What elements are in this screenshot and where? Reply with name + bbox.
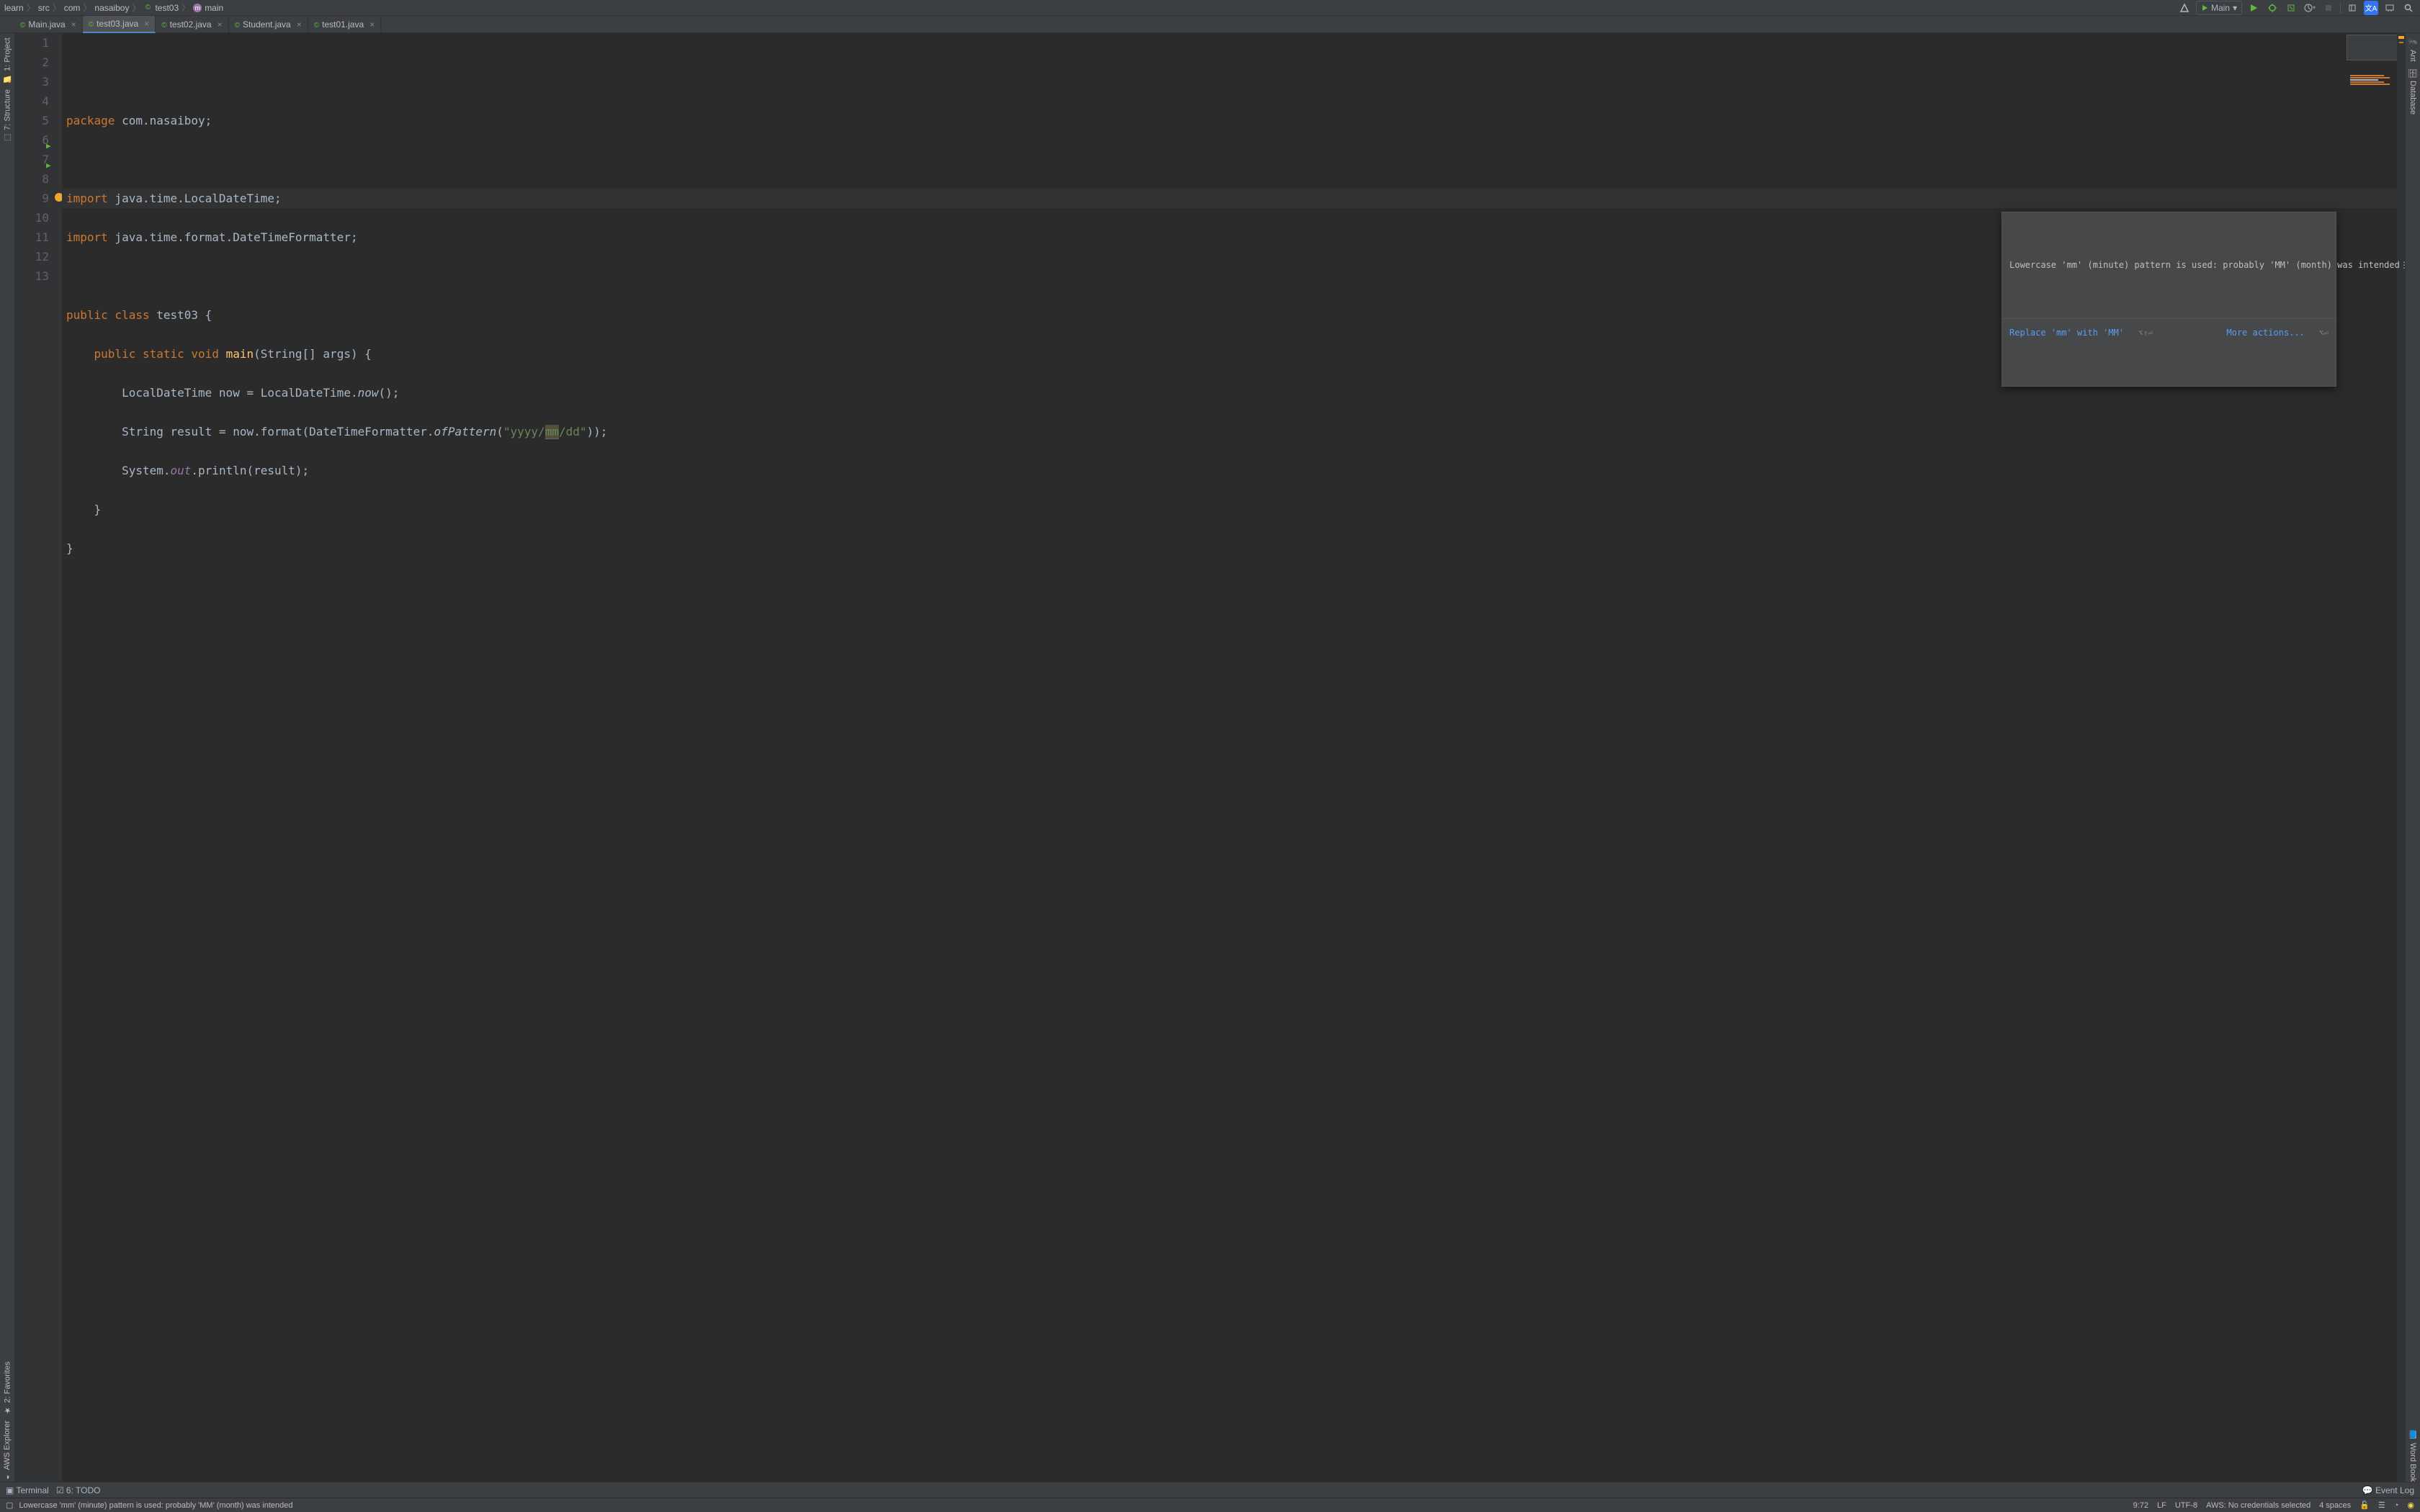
memory-icon[interactable]: ◔ — [2394, 1501, 2399, 1510]
search-everywhere-button[interactable] — [2401, 1, 2416, 15]
tab-test01[interactable]: test01.java × — [308, 16, 381, 33]
status-aws[interactable]: AWS: No credentials selected — [2206, 1501, 2311, 1510]
breadcrumb-item[interactable]: test03 — [155, 3, 179, 13]
java-file-icon — [20, 19, 25, 30]
status-line-separator[interactable]: LF — [2157, 1501, 2166, 1510]
hotkey-label: ⌥⏎ — [2319, 323, 2329, 343]
breadcrumb-item[interactable]: com — [64, 3, 81, 13]
tab-label: test02.java — [170, 19, 212, 30]
code-minimap[interactable] — [2347, 35, 2404, 60]
status-caret-position[interactable]: 9:72 — [2133, 1501, 2148, 1510]
status-bar: ▢ Lowercase 'mm' (minute) pattern is use… — [0, 1498, 2420, 1512]
tool-project[interactable]: 📁 1: Project — [3, 37, 12, 84]
tab-label: Main.java — [28, 19, 65, 30]
method-icon — [193, 4, 202, 12]
intention-message: Lowercase 'mm' (minute) pattern is used:… — [2009, 256, 2400, 275]
debug-button[interactable] — [2265, 1, 2280, 15]
tool-event-log[interactable]: 💬 Event Log — [2362, 1485, 2414, 1495]
tool-database[interactable]: 🗄 Database — [2408, 68, 2418, 114]
top-bar: learn〉 src〉 com〉 nasaiboy〉 test03〉 main … — [0, 0, 2420, 16]
close-icon[interactable]: × — [369, 19, 375, 30]
presentation-button[interactable] — [2383, 1, 2397, 15]
code-area[interactable]: package com.nasaiboy; import java.time.L… — [62, 33, 2406, 1482]
run-config-selector[interactable]: Main ▾ — [2196, 1, 2242, 15]
tab-main[interactable]: Main.java × — [14, 16, 83, 33]
breadcrumb-item[interactable]: nasaiboy — [94, 3, 129, 13]
close-icon[interactable]: × — [71, 19, 76, 30]
java-file-icon — [161, 19, 166, 30]
warning-mark-icon[interactable] — [2399, 42, 2403, 43]
java-file-icon — [314, 19, 319, 30]
hector-icon[interactable]: ☰ — [2378, 1500, 2385, 1510]
toolbar-right: Main ▾ ▾ 文A — [2177, 1, 2416, 15]
stop-button[interactable] — [2321, 1, 2336, 15]
breadcrumb-item[interactable]: src — [38, 3, 50, 13]
tool-todo[interactable]: ☑ 6: TODO — [56, 1485, 101, 1495]
tool-aws-explorer[interactable]: ◐ AWS Explorer — [3, 1421, 12, 1482]
close-icon[interactable]: × — [144, 19, 149, 29]
java-file-icon — [89, 19, 94, 29]
run-config-icon — [2201, 4, 2208, 12]
separator-icon — [2340, 2, 2341, 14]
tab-label: test01.java — [322, 19, 364, 30]
status-window-icon[interactable]: ▢ — [6, 1500, 13, 1510]
tool-wordbook[interactable]: 📘 Word Book — [2408, 1430, 2418, 1482]
hotkey-label: ⌥⇧⏎ — [2138, 323, 2153, 343]
java-class-icon — [143, 4, 152, 12]
vcs-button[interactable] — [2345, 1, 2360, 15]
intention-popup: Lowercase 'mm' (minute) pattern is used:… — [2002, 212, 2336, 387]
tab-label: test03.java — [97, 19, 138, 29]
breadcrumb-item[interactable]: learn — [4, 3, 24, 13]
close-icon[interactable]: × — [218, 19, 223, 30]
status-message: Lowercase 'mm' (minute) pattern is used:… — [19, 1501, 292, 1510]
profiler-button[interactable]: ▾ — [2303, 1, 2317, 15]
breadcrumb[interactable]: learn〉 src〉 com〉 nasaiboy〉 test03〉 main — [4, 1, 223, 14]
chevron-down-icon: ▾ — [2233, 3, 2237, 13]
status-indent[interactable]: 4 spaces — [2319, 1501, 2351, 1510]
coverage-button[interactable] — [2284, 1, 2298, 15]
tool-ant[interactable]: 🐜 Ant — [2408, 37, 2418, 62]
run-button[interactable] — [2246, 1, 2261, 15]
breadcrumb-item[interactable]: main — [205, 3, 223, 13]
tool-structure[interactable]: ⬚ 7: Structure — [3, 89, 12, 143]
tab-test02[interactable]: test02.java × — [156, 16, 228, 33]
tab-label: Student.java — [243, 19, 291, 30]
more-options-icon[interactable]: ⋮ — [2400, 256, 2406, 275]
tab-test03[interactable]: test03.java × — [83, 16, 156, 33]
tab-student[interactable]: Student.java × — [229, 16, 308, 33]
build-button[interactable] — [2177, 1, 2192, 15]
bottom-tool-bar: ▣ Terminal ☑ 6: TODO 💬 Event Log — [0, 1482, 2420, 1498]
gutter[interactable]: 1 2 3 4 5 6▶ 7▶ 8 9 10 11 12 13 — [14, 33, 62, 1482]
right-tool-strip: 🐜 Ant 🗄 Database 📘 Word Book — [2406, 33, 2420, 1482]
tool-terminal[interactable]: ▣ Terminal — [6, 1485, 49, 1495]
status-encoding[interactable]: UTF-8 — [2175, 1501, 2197, 1510]
lock-icon[interactable]: 🔓 — [2360, 1500, 2370, 1510]
editor-tabs: Main.java × test03.java × test02.java × Stu… — [0, 16, 2420, 33]
translate-button[interactable]: 文A — [2364, 1, 2378, 15]
tool-favorites[interactable]: ★ 2: Favorites — [3, 1362, 12, 1415]
left-tool-strip: 📁 1: Project ⬚ 7: Structure ★ 2: Favorit… — [0, 33, 14, 1482]
run-config-label: Main — [2211, 3, 2230, 13]
intention-more-link[interactable]: More actions... — [2226, 323, 2304, 343]
warning-indicator-icon[interactable] — [2398, 36, 2404, 39]
close-icon[interactable]: × — [297, 19, 302, 30]
main-area: 📁 1: Project ⬚ 7: Structure ★ 2: Favorit… — [0, 33, 2420, 1482]
editor[interactable]: 1 2 3 4 5 6▶ 7▶ 8 9 10 11 12 13 package … — [14, 33, 2406, 1482]
ide-icon[interactable]: ◉ — [2407, 1500, 2414, 1510]
java-file-icon — [235, 19, 240, 30]
intention-fix-link[interactable]: Replace 'mm' with 'MM' — [2009, 323, 2124, 343]
